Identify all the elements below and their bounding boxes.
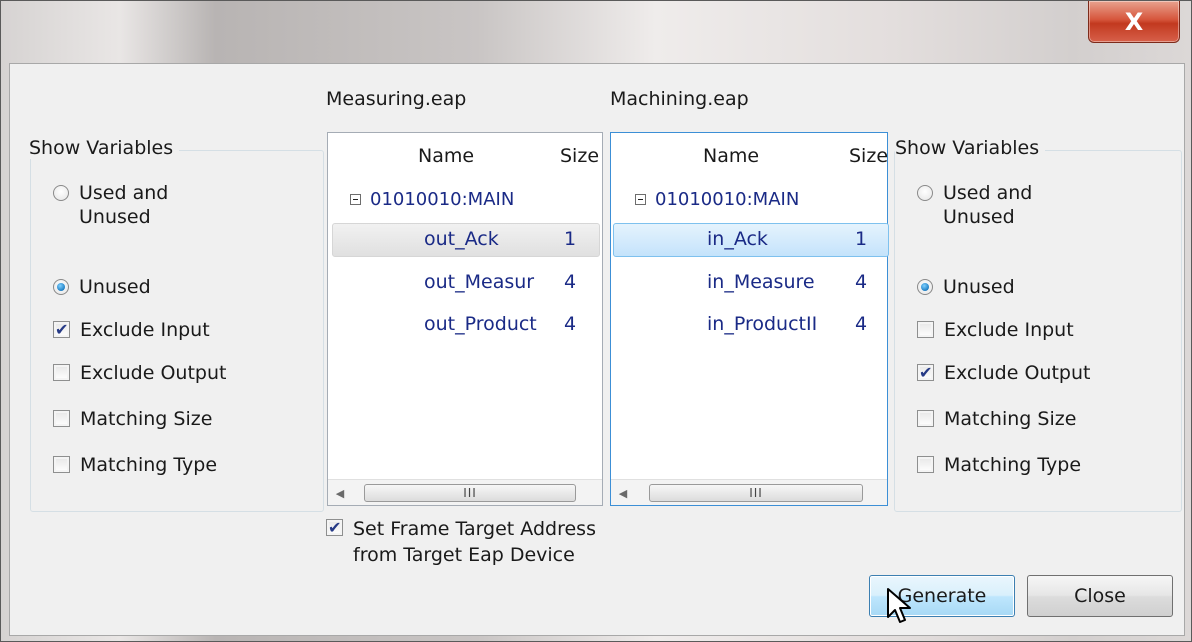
left-check-exclude-output[interactable]: Exclude Output bbox=[53, 361, 226, 385]
checkbox-icon bbox=[917, 321, 934, 338]
radio-selected-icon bbox=[917, 279, 933, 295]
right-matching-size-label: Matching Size bbox=[944, 408, 1077, 430]
left-check-matching-type[interactable]: Matching Type bbox=[53, 453, 217, 477]
source-col-name-header[interactable]: Name bbox=[418, 133, 474, 179]
left-radio-unused[interactable]: Unused bbox=[53, 275, 151, 299]
source-row-size: 1 bbox=[564, 228, 577, 250]
radio-icon bbox=[53, 185, 69, 201]
target-root-label: 01010010:MAIN bbox=[655, 189, 800, 210]
collapse-icon[interactable] bbox=[635, 194, 646, 205]
source-row-size: 4 bbox=[564, 271, 577, 293]
source-horizontal-scrollbar[interactable]: ◀ III bbox=[328, 479, 602, 505]
target-row-size: 4 bbox=[855, 313, 868, 335]
target-row-size: 4 bbox=[855, 271, 868, 293]
source-file-label: Measuring.eap bbox=[326, 88, 467, 110]
collapse-icon[interactable] bbox=[350, 194, 361, 205]
set-frame-target-label: Set Frame Target Address from Target Eap… bbox=[353, 518, 596, 566]
left-exclude-output-label: Exclude Output bbox=[80, 362, 227, 384]
right-exclude-output-label: Exclude Output bbox=[944, 362, 1091, 384]
right-radio-unused-label: Unused bbox=[943, 276, 1015, 298]
left-radio-used-unused[interactable]: Used and Unused bbox=[53, 181, 168, 229]
window-close-button[interactable]: X bbox=[1088, 1, 1180, 43]
right-radio-used-unused-label: Used and Unused bbox=[943, 182, 1033, 228]
scroll-thumb[interactable]: III bbox=[364, 484, 576, 502]
source-root-label: 01010010:MAIN bbox=[370, 189, 515, 210]
left-show-variables-group: Show Variables Used and Unused Unused Ex… bbox=[29, 137, 324, 512]
left-check-matching-size[interactable]: Matching Size bbox=[53, 407, 212, 431]
target-row-name[interactable]: in_Ack bbox=[707, 228, 845, 250]
close-icon: X bbox=[1124, 7, 1144, 36]
dialog-client-area: Measuring.eap Machining.eap Show Variabl… bbox=[9, 63, 1185, 636]
radio-icon bbox=[917, 185, 933, 201]
right-group-title: Show Variables bbox=[895, 137, 1046, 159]
right-check-matching-size[interactable]: Matching Size bbox=[917, 407, 1076, 431]
right-matching-type-label: Matching Type bbox=[944, 454, 1082, 476]
scroll-left-icon[interactable]: ◀ bbox=[613, 480, 633, 506]
target-tree-root[interactable]: 01010010:MAIN bbox=[635, 189, 799, 210]
scroll-left-icon[interactable]: ◀ bbox=[330, 480, 350, 506]
scroll-thumb[interactable]: III bbox=[649, 484, 863, 502]
source-row-name[interactable]: out_Product bbox=[424, 313, 554, 335]
source-row-name[interactable]: out_Measur bbox=[424, 271, 554, 293]
left-matching-type-label: Matching Type bbox=[80, 454, 218, 476]
checkbox-icon bbox=[917, 410, 934, 427]
right-check-matching-type[interactable]: Matching Type bbox=[917, 453, 1081, 477]
target-variable-list[interactable]: Name Size 01010010:MAIN in_Ack 1 in_Meas… bbox=[610, 132, 889, 506]
left-check-exclude-input[interactable]: Exclude Input bbox=[53, 318, 210, 342]
right-radio-unused[interactable]: Unused bbox=[917, 275, 1015, 299]
dialog-window: X Measuring.eap Machining.eap Show Varia… bbox=[0, 0, 1192, 642]
title-bar[interactable] bbox=[1, 1, 1191, 63]
left-exclude-input-label: Exclude Input bbox=[80, 319, 210, 341]
target-file-label: Machining.eap bbox=[610, 88, 749, 110]
left-group-title: Show Variables bbox=[29, 137, 180, 159]
checkbox-icon bbox=[53, 456, 70, 473]
target-row-name[interactable]: in_ProductII bbox=[707, 313, 845, 335]
right-exclude-input-label: Exclude Input bbox=[944, 319, 1074, 341]
target-horizontal-scrollbar[interactable]: ◀ III bbox=[611, 479, 887, 505]
left-radio-unused-label: Unused bbox=[79, 276, 151, 298]
right-check-exclude-output[interactable]: Exclude Output bbox=[917, 361, 1090, 385]
checkbox-icon bbox=[917, 456, 934, 473]
left-matching-size-label: Matching Size bbox=[80, 408, 213, 430]
source-row-name[interactable]: out_Ack bbox=[424, 228, 554, 250]
target-row-size: 1 bbox=[855, 228, 868, 250]
source-tree-root[interactable]: 01010010:MAIN bbox=[350, 189, 514, 210]
target-row-name[interactable]: in_Measure bbox=[707, 271, 845, 293]
close-button[interactable]: Close bbox=[1027, 575, 1173, 617]
right-check-exclude-input[interactable]: Exclude Input bbox=[917, 318, 1074, 342]
source-variable-list[interactable]: Name Size 01010010:MAIN out_Ack 1 out_Me… bbox=[327, 132, 603, 506]
radio-selected-icon bbox=[53, 279, 69, 295]
set-frame-target-checkbox[interactable]: Set Frame Target Address from Target Eap… bbox=[326, 516, 596, 568]
checkbox-icon bbox=[53, 410, 70, 427]
right-radio-used-unused[interactable]: Used and Unused bbox=[917, 181, 1032, 229]
right-show-variables-group: Show Variables Used and Unused Unused Ex… bbox=[894, 137, 1182, 512]
checkbox-icon bbox=[53, 364, 70, 381]
checkbox-checked-icon bbox=[326, 516, 343, 540]
left-radio-used-unused-label: Used and Unused bbox=[79, 182, 169, 228]
source-row-size: 4 bbox=[564, 313, 577, 335]
source-col-size-header[interactable]: Size bbox=[560, 133, 599, 179]
checkbox-checked-icon bbox=[53, 318, 70, 342]
target-col-name-header[interactable]: Name bbox=[703, 133, 759, 179]
mouse-cursor-icon bbox=[887, 588, 911, 623]
target-col-size-header[interactable]: Size bbox=[849, 133, 888, 179]
checkbox-checked-icon bbox=[917, 361, 934, 385]
